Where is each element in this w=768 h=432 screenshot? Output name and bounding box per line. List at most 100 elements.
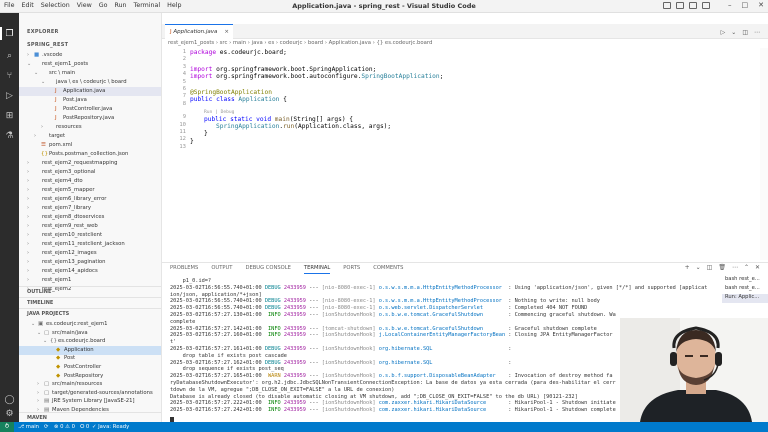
tab-ports[interactable]: PORTS	[343, 265, 360, 274]
account-icon[interactable]: ◯	[4, 395, 15, 406]
maximize-button[interactable]: □	[742, 1, 749, 9]
explorer-item[interactable]: › rest_ejem13_pagination	[19, 258, 161, 267]
tab-debug-console[interactable]: DEBUG CONSOLE	[245, 265, 290, 274]
line-number: 13	[179, 143, 186, 150]
terminal-session-bash-2[interactable]: bash rest_e...	[722, 285, 768, 294]
explorer-item[interactable]: J PostRepository.java	[19, 114, 161, 123]
code-line-11[interactable]: }	[204, 130, 208, 137]
kill-terminal-icon[interactable]: 🗑	[718, 264, 726, 271]
java-status[interactable]: ✓ Java: Ready	[92, 422, 129, 432]
close-window-button[interactable]: ✕	[758, 1, 764, 9]
split-editor-icon[interactable]: ◫	[742, 29, 748, 36]
tab-comments[interactable]: COMMENTS	[373, 265, 403, 274]
search-icon[interactable]: ⌕	[4, 51, 15, 62]
minimize-button[interactable]: –	[728, 1, 732, 9]
active-view-marker	[0, 27, 2, 40]
file-type-icon: J	[55, 88, 57, 94]
problems-indicator[interactable]: ⊗ 0 ⚠ 0	[54, 422, 75, 432]
chevron-icon: ›	[27, 169, 29, 175]
maximize-panel-icon[interactable]: ⌃	[744, 264, 749, 271]
explorer-item[interactable]: ⌄ java \ es \ codeurjc \ board	[19, 78, 161, 87]
terminal-session-run-application[interactable]: Run: Applic...	[722, 294, 768, 303]
dropdown-chevron-icon[interactable]: ⌄	[696, 264, 701, 271]
explorer-item[interactable]: › rest_ejem1	[19, 276, 161, 285]
explorer-item[interactable]: › rest_ejem8_dtoservices	[19, 213, 161, 222]
terminal-line: p1_0.id=?	[170, 278, 212, 284]
close-panel-icon[interactable]: ✕	[755, 264, 760, 271]
run-debug-icon[interactable]: ▷	[4, 91, 15, 102]
source-control-icon[interactable]: ⑂	[4, 71, 15, 82]
maven-section[interactable]: MAVEN	[19, 412, 161, 422]
tab-problems[interactable]: PROBLEMS	[170, 265, 198, 274]
explorer-item[interactable]: ⌄ rest_ejem1_posts	[19, 60, 161, 69]
explorer-item[interactable]: J Post.java	[19, 96, 161, 105]
explorer-item[interactable]: › rest_ejem11_restclient_jackson	[19, 240, 161, 249]
java-projects-section[interactable]: JAVA PROJECTS	[19, 308, 161, 318]
code-line-3[interactable]: import org.springframework.boot.SpringAp…	[190, 66, 376, 73]
explorer-item[interactable]: › rest_ejem4_dto	[19, 177, 161, 186]
tab-terminal[interactable]: TERMINAL	[303, 265, 331, 274]
file-type-icon: ■	[34, 52, 40, 58]
explorer-item[interactable]: {}Posts.postman_collection.json	[19, 150, 161, 159]
explorer-item[interactable]: › rest_ejem9_rest_web	[19, 222, 161, 231]
explorer-icon[interactable]: ❐	[4, 29, 15, 40]
explorer-item[interactable]: › rest_ejem7_library	[19, 204, 161, 213]
run-debug-codelens[interactable]: Run | Debug	[204, 110, 234, 115]
explorer-item[interactable]: ☰ pom.xml	[19, 141, 161, 150]
explorer-item[interactable]: › rest_ejem3_optional	[19, 168, 161, 177]
explorer-item[interactable]: › rest_ejem2_requestmapping	[19, 159, 161, 168]
explorer-item-label: PostRepository.java	[63, 115, 115, 121]
code-line-12[interactable]: }	[190, 138, 194, 145]
more-actions-icon[interactable]: ⋯	[732, 264, 738, 271]
explorer-item[interactable]: › resources	[19, 123, 161, 132]
activity-bar: ❐ ⌕ ⑂ ▷ ⊞ ⚗ ◯ ⚙	[0, 13, 19, 422]
code-line-4[interactable]: import org.springframework.boot.autoconf…	[190, 73, 443, 80]
toggle-sidebar-icon[interactable]	[663, 2, 671, 9]
java-project-label: src/main/resources	[52, 381, 103, 388]
ports-indicator[interactable]: ⭘ 0	[80, 422, 89, 432]
minimap[interactable]	[760, 48, 768, 260]
explorer-item[interactable]: ⌄ src \ main	[19, 69, 161, 78]
tab-application-java[interactable]: J Application.java ×	[165, 24, 233, 39]
remote-indicator[interactable]: ⥁	[0, 422, 14, 432]
code-line-6[interactable]: @SpringBootApplication	[190, 89, 272, 96]
explorer-item[interactable]: › target	[19, 132, 161, 141]
line-number: 7	[182, 93, 186, 100]
code-line-1[interactable]: package es.codeurjc.board;	[190, 49, 287, 56]
explorer-item[interactable]: › rest_ejem5_mapper	[19, 186, 161, 195]
code-line-7[interactable]: public class Application {	[190, 96, 287, 103]
explorer-item[interactable]: › rest_ejem10_restclient	[19, 231, 161, 240]
code-line-9[interactable]: public static void main(String[] args) {	[204, 116, 353, 123]
workspace-root[interactable]: SPRING_REST	[27, 42, 68, 48]
more-actions-icon[interactable]: ⋯	[754, 29, 760, 36]
explorer-item[interactable]: › rest_ejem14_apidocs	[19, 267, 161, 276]
explorer-item[interactable]: › rest_ejem6_library_error	[19, 195, 161, 204]
timeline-section[interactable]: TIMELINE	[19, 297, 161, 307]
chevron-icon: ⌄	[27, 61, 32, 67]
chevron-icon: ›	[27, 52, 29, 58]
breadcrumb[interactable]: rest_ejem1_posts › src › main › java › e…	[168, 40, 432, 46]
toggle-panel-icon[interactable]	[676, 2, 684, 9]
line-number: 3	[182, 63, 186, 70]
tab-output[interactable]: OUTPUT	[211, 265, 232, 274]
branch-indicator[interactable]: ⎇ main	[18, 422, 39, 432]
gear-icon[interactable]: ⚙	[4, 409, 15, 420]
close-tab-icon[interactable]: ×	[224, 25, 229, 39]
code-line-10[interactable]: SpringApplication.run(Application.class,…	[216, 123, 391, 130]
split-terminal-icon[interactable]: ◫	[707, 264, 713, 271]
explorer-item[interactable]: J PostController.java	[19, 105, 161, 114]
extensions-icon[interactable]: ⊞	[4, 111, 15, 122]
explorer-item[interactable]: J Application.java	[19, 87, 161, 96]
terminal-session-bash-1[interactable]: bash rest_e...	[722, 276, 768, 285]
dropdown-chevron-icon[interactable]: ⌄	[731, 29, 736, 36]
java-project-label: PostRepository	[64, 372, 104, 379]
outline-section[interactable]: OUTLINE	[19, 286, 161, 296]
customize-layout-icon[interactable]	[702, 2, 710, 9]
explorer-item[interactable]: › rest_ejem12_images	[19, 249, 161, 258]
new-terminal-icon[interactable]: +	[685, 264, 690, 271]
sync-icon[interactable]: ⟳	[44, 422, 48, 432]
run-icon[interactable]: ▷	[721, 29, 726, 36]
testing-icon[interactable]: ⚗	[4, 131, 15, 142]
explorer-item[interactable]: › ■ .vscode	[19, 51, 161, 60]
toggle-secondary-sidebar-icon[interactable]	[689, 2, 697, 9]
